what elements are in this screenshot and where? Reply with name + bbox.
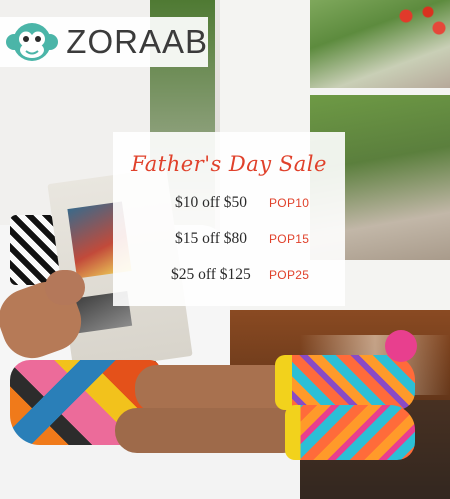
hero-banner: ZORAAB Father's Day Sale $10 off $50 POP… [0,0,450,499]
argyle-sock [285,405,415,460]
deal-amount: $25 off $125 [171,266,251,283]
argyle-sock [275,355,415,410]
promo-title: Father's Day Sale [131,152,327,176]
deal-amount: $10 off $50 [175,194,248,211]
coupon-code: POP25 [269,268,310,282]
deal-row: $10 off $50 POP10 [165,194,345,216]
brand-logo[interactable]: ZORAAB [0,17,208,67]
coupon-code: POP10 [269,196,310,210]
deal-row: $25 off $125 POP25 [165,266,345,288]
deal-amount: $15 off $80 [175,230,248,247]
monkey-face-icon [4,19,60,65]
deal-row: $15 off $80 POP15 [165,230,345,252]
promo-card: Father's Day Sale $10 off $50 POP10 $15 … [113,132,345,306]
leg [115,408,305,453]
coupon-code: POP15 [269,232,310,246]
flowers [395,0,450,40]
leg [135,365,295,413]
brand-name: ZORAAB [66,23,208,60]
hand [45,270,85,305]
sock-toe [385,330,417,362]
